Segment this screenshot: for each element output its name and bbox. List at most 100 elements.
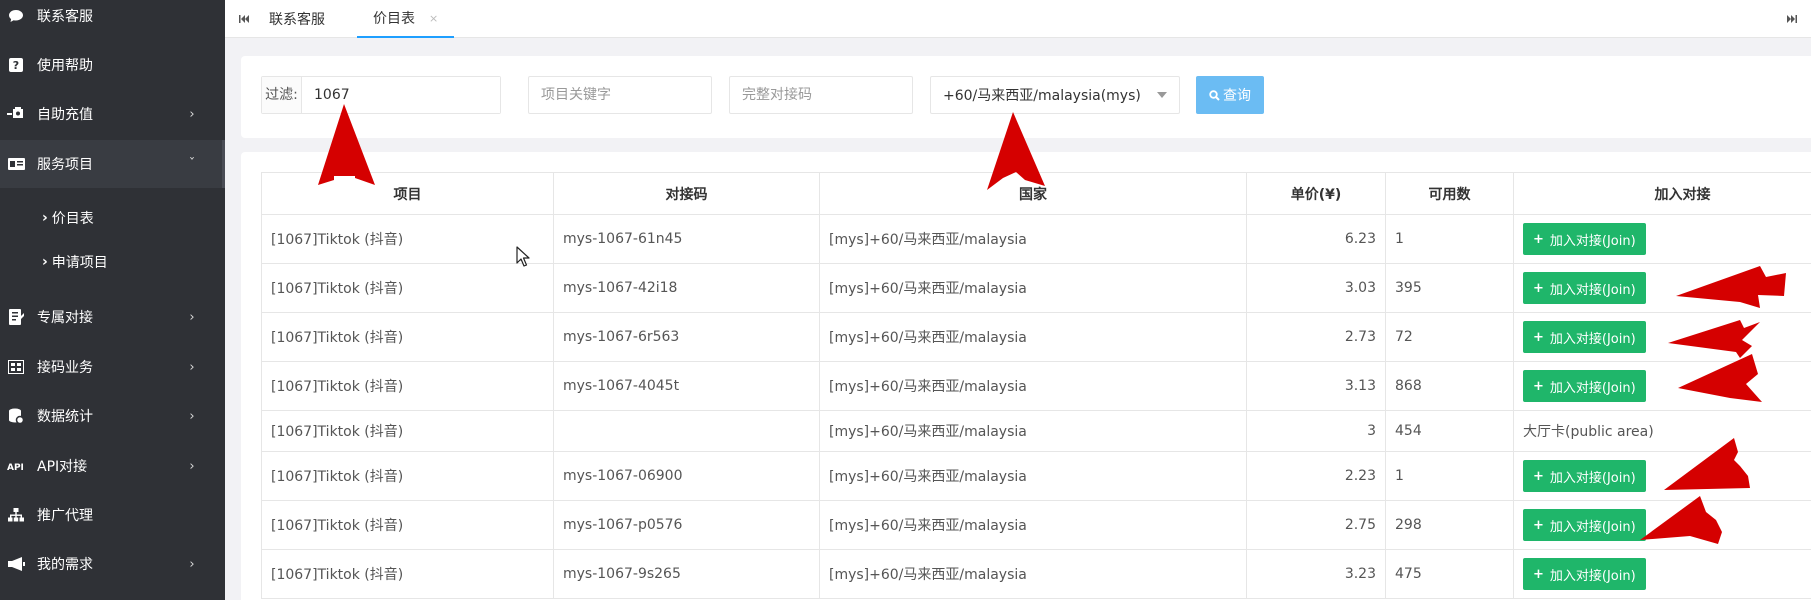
tab-bar: 联系客服 价目表 × [225, 0, 1811, 38]
query-button[interactable]: 查询 [1196, 76, 1264, 114]
filter-panel: 过滤: +60/马来西亚/malaysia(mys) 查询 [241, 56, 1811, 138]
cell-available: 298 [1385, 500, 1514, 550]
question-icon: ? [7, 56, 25, 74]
cell-price: 6.23 [1246, 214, 1386, 264]
price-table: 项目 对接码 国家 单价(¥) 可用数 加入对接 [1067]Tiktok (抖… [261, 172, 1811, 599]
plus-icon: + [1533, 280, 1544, 296]
cell-country: [mys]+60/马来西亚/malaysia [819, 214, 1247, 264]
sidebar-item-label: 自助充值 [37, 107, 93, 123]
join-button[interactable]: + 加入对接(Join) [1523, 460, 1646, 492]
join-button-label: 加入对接(Join) [1549, 519, 1636, 535]
table-row: [1067]Tiktok (抖音) mys-1067-06900 [mys]+6… [261, 451, 1811, 501]
cell-join: + 加入对接(Join) [1513, 263, 1811, 313]
sidebar-item-promotion[interactable]: 推广代理 [0, 491, 225, 539]
database-icon [7, 407, 25, 425]
join-button[interactable]: + 加入对接(Join) [1523, 370, 1646, 402]
table-row: [1067]Tiktok (抖音) mys-1067-9s265 [mys]+6… [261, 549, 1811, 599]
cell-code: mys-1067-42i18 [553, 263, 820, 313]
scroll-tabs-right-icon[interactable] [1773, 0, 1811, 38]
tab-label: 价目表 [373, 11, 415, 27]
cell-country: [mys]+60/马来西亚/malaysia [819, 549, 1247, 599]
cell-country: [mys]+60/马来西亚/malaysia [819, 451, 1247, 501]
svg-text:API: API [7, 463, 24, 471]
plus-icon: + [1533, 329, 1544, 345]
sitemap-icon [7, 506, 25, 524]
join-button[interactable]: + 加入对接(Join) [1523, 223, 1646, 255]
cell-country: [mys]+60/马来西亚/malaysia [819, 312, 1247, 362]
cell-project: [1067]Tiktok (抖音) [261, 410, 554, 452]
sidebar-item-my-requests[interactable]: 我的需求 › [0, 540, 225, 588]
cell-join: + 加入对接(Join) [1513, 361, 1811, 411]
cell-project: [1067]Tiktok (抖音) [261, 549, 554, 599]
column-header-join: 加入对接 [1513, 172, 1811, 215]
join-button[interactable]: + 加入对接(Join) [1523, 272, 1646, 304]
column-header-price: 单价(¥) [1246, 172, 1386, 215]
grid-icon [7, 358, 25, 376]
filter-input[interactable] [302, 77, 500, 113]
sidebar-item-label: 专属对接 [37, 310, 93, 326]
join-button[interactable]: + 加入对接(Join) [1523, 509, 1646, 541]
sidebar-item-label: 数据统计 [37, 409, 93, 425]
cell-code: mys-1067-06900 [553, 451, 820, 501]
cell-code: mys-1067-p0576 [553, 500, 820, 550]
cell-join: + 加入对接(Join) [1513, 500, 1811, 550]
table-row: [1067]Tiktok (抖音) mys-1067-61n45 [mys]+6… [261, 214, 1811, 264]
cell-price: 3.13 [1246, 361, 1386, 411]
document-icon [7, 308, 25, 326]
column-header-country: 国家 [819, 172, 1247, 215]
sidebar-item-recharge[interactable]: 自助充值 › [0, 90, 225, 138]
sidebar-item-api[interactable]: API API对接 › [0, 442, 225, 490]
cell-project: [1067]Tiktok (抖音) [261, 263, 554, 313]
sidebar-subitem-price-list[interactable]: › 价目表 [0, 196, 225, 240]
sidebar-item-customer-service[interactable]: 联系客服 [0, 0, 225, 40]
cell-join: + 加入对接(Join) [1513, 312, 1811, 362]
cell-code: mys-1067-9s265 [553, 549, 820, 599]
join-button-label: 加入对接(Join) [1549, 470, 1636, 486]
cell-available: 454 [1385, 410, 1514, 452]
sidebar-item-sms-service[interactable]: 接码业务 › [0, 343, 225, 391]
chat-bubble-icon [7, 7, 25, 25]
plus-icon: + [1533, 378, 1544, 394]
filter-field: 过滤: [261, 76, 501, 114]
cell-join: + 加入对接(Join) [1513, 451, 1811, 501]
cell-available: 395 [1385, 263, 1514, 313]
column-header-available: 可用数 [1385, 172, 1514, 215]
cell-country: [mys]+60/马来西亚/malaysia [819, 500, 1247, 550]
cell-available: 72 [1385, 312, 1514, 362]
sidebar-item-label: 接码业务 [37, 360, 93, 376]
chevron-right-icon: › [189, 556, 195, 572]
cell-available: 1 [1385, 451, 1514, 501]
tab-price-list[interactable]: 价目表 × [357, 0, 455, 38]
sidebar-item-exclusive[interactable]: 专属对接 › [0, 293, 225, 341]
plus-icon: + [1533, 517, 1544, 533]
close-icon[interactable]: × [429, 12, 438, 25]
sidebar-item-label: 服务项目 [37, 157, 93, 173]
sidebar-subitem-label: 价目表 [51, 211, 94, 227]
join-button[interactable]: + 加入对接(Join) [1523, 321, 1646, 353]
search-icon [1209, 89, 1220, 101]
chevron-down-icon: ˇ [188, 156, 196, 172]
cell-price: 2.73 [1246, 312, 1386, 362]
cell-available: 475 [1385, 549, 1514, 599]
sidebar-item-services[interactable]: 服务项目 ˇ [0, 140, 225, 188]
table-row: [1067]Tiktok (抖音) mys-1067-4045t [mys]+6… [261, 361, 1811, 411]
price-table-panel: 项目 对接码 国家 单价(¥) 可用数 加入对接 [1067]Tiktok (抖… [241, 152, 1811, 600]
sidebar-subitem-apply-project[interactable]: › 申请项目 [0, 240, 225, 284]
table-row: [1067]Tiktok (抖音) mys-1067-p0576 [mys]+6… [261, 500, 1811, 550]
sidebar-subitem-label: 申请项目 [51, 255, 108, 271]
sidebar-item-statistics[interactable]: 数据统计 › [0, 392, 225, 440]
country-select[interactable]: +60/马来西亚/malaysia(mys) [930, 76, 1180, 114]
tab-customer-service[interactable]: 联系客服 [253, 0, 341, 38]
cell-project: [1067]Tiktok (抖音) [261, 361, 554, 411]
join-button-label: 加入对接(Join) [1549, 568, 1636, 584]
cell-available: 1 [1385, 214, 1514, 264]
cell-project: [1067]Tiktok (抖音) [261, 500, 554, 550]
chevron-right-icon: › [189, 458, 195, 474]
project-keyword-input[interactable] [528, 76, 712, 114]
join-button[interactable]: + 加入对接(Join) [1523, 558, 1646, 590]
full-code-input[interactable] [729, 76, 913, 114]
cell-country: [mys]+60/马来西亚/malaysia [819, 361, 1247, 411]
api-icon: API [7, 457, 25, 475]
sidebar-item-help[interactable]: ? 使用帮助 [0, 41, 225, 89]
cell-project: [1067]Tiktok (抖音) [261, 312, 554, 362]
